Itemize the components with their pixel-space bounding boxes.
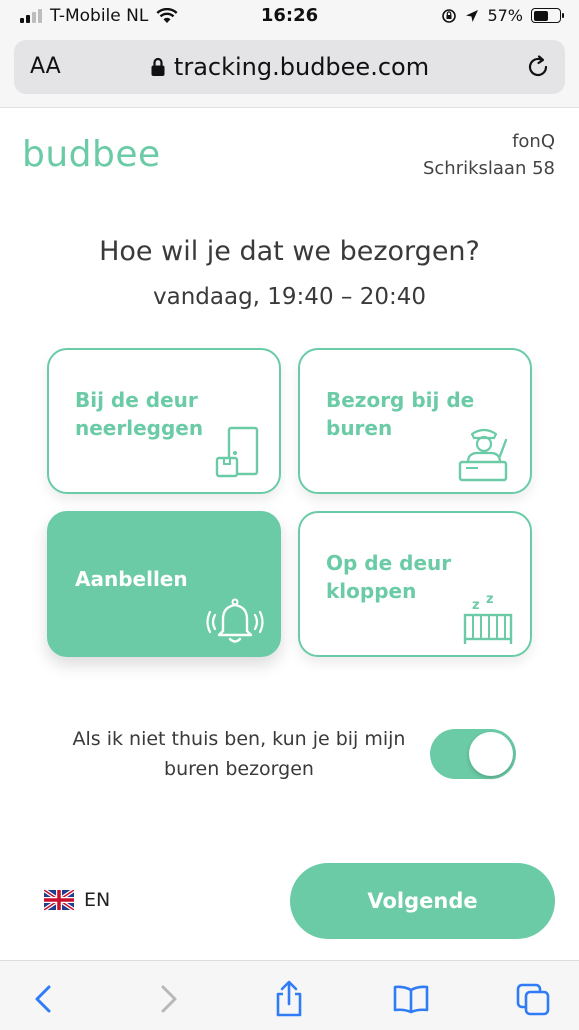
- share-button[interactable]: [269, 979, 309, 1019]
- language-selector[interactable]: EN: [44, 889, 110, 911]
- status-right: 57%: [441, 6, 564, 25]
- url-field[interactable]: tracking.budbee.com: [14, 53, 565, 81]
- option-knock-on-door[interactable]: Op de deur kloppen z z: [298, 511, 532, 657]
- battery-fill: [533, 10, 548, 21]
- merchant-name: fonQ: [512, 131, 555, 152]
- svg-text:z: z: [486, 592, 494, 607]
- uk-flag-icon: [44, 890, 74, 910]
- book-icon: [393, 985, 429, 1014]
- option-ring-doorbell[interactable]: Aanbellen: [47, 511, 281, 657]
- lock-icon: [151, 57, 165, 76]
- address-bar[interactable]: AA tracking.budbee.com: [14, 40, 565, 94]
- orientation-lock-icon: [442, 8, 457, 23]
- delivery-address: Schrikslaan 58: [422, 158, 555, 179]
- option-leave-at-door[interactable]: Bij de deur neerleggen: [47, 348, 281, 494]
- page-title: Hoe wil je dat we bezorgen?: [99, 236, 480, 267]
- next-button[interactable]: Volgende: [290, 863, 555, 939]
- svg-text:z: z: [472, 598, 480, 613]
- status-bar: T-Mobile NL 16:26 57%: [0, 0, 579, 34]
- reload-icon[interactable]: [525, 54, 551, 80]
- neighbors-toggle[interactable]: [430, 729, 516, 779]
- delivery-time-window: vandaag, 19:40 – 20:40: [153, 284, 426, 310]
- share-icon: [276, 980, 302, 1017]
- browser-toolbar: [0, 960, 579, 1030]
- language-label: EN: [84, 889, 111, 911]
- option-deliver-to-neighbors[interactable]: Bezorg bij de buren: [298, 348, 532, 494]
- merchant-info: fonQ Schrikslaan 58: [423, 128, 555, 182]
- option-label: Aanbellen: [75, 567, 188, 591]
- forward-button[interactable]: [148, 979, 188, 1019]
- tabs-button[interactable]: [513, 979, 553, 1019]
- location-icon: [466, 9, 479, 22]
- back-button[interactable]: [24, 979, 64, 1019]
- battery-percentage: 57%: [487, 6, 523, 25]
- door-package-icon: [215, 426, 259, 478]
- ringing-bell-icon: [206, 598, 264, 643]
- neighbor-person-icon: [458, 428, 508, 482]
- brand-logo: budbee: [22, 134, 161, 175]
- toggle-knob: [469, 732, 513, 776]
- browser-address-area: AA tracking.budbee.com: [0, 34, 579, 108]
- chevron-right-icon: [161, 985, 177, 1013]
- battery-icon: [531, 8, 564, 23]
- neighbors-option-text: Als ik niet thuis ben, kun je bij mijn b…: [72, 728, 406, 780]
- chevron-left-icon: [35, 985, 51, 1013]
- tabs-icon: [516, 983, 550, 1016]
- url-text: tracking.budbee.com: [173, 53, 430, 81]
- bookmarks-button[interactable]: [391, 979, 431, 1019]
- sleeping-crib-icon: z z: [463, 592, 513, 644]
